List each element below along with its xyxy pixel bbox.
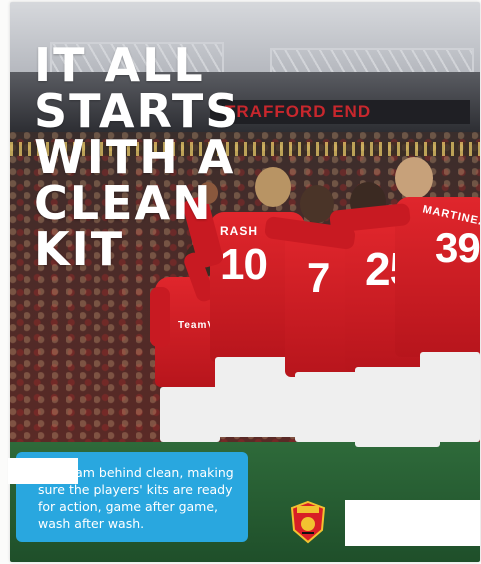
headline-line-2: STARTS (34, 84, 241, 138)
headline: IT ALL STARTS WITH A CLEAN KIT (34, 42, 274, 272)
headline-line-1: IT ALL (34, 38, 205, 92)
manchester-united-crest-icon (290, 500, 326, 544)
player-3-number: 7 (307, 254, 330, 301)
headline-line-5: KIT (34, 222, 125, 276)
player-5-number: 39 (435, 224, 480, 271)
headline-line-4: CLEAN (34, 176, 213, 230)
headline-line-3: WITH A (34, 130, 236, 184)
advert-page: TRAFFORD END TeamViewer RASH 10 (0, 0, 481, 564)
redaction-left (8, 458, 78, 484)
redaction-right (345, 500, 480, 546)
